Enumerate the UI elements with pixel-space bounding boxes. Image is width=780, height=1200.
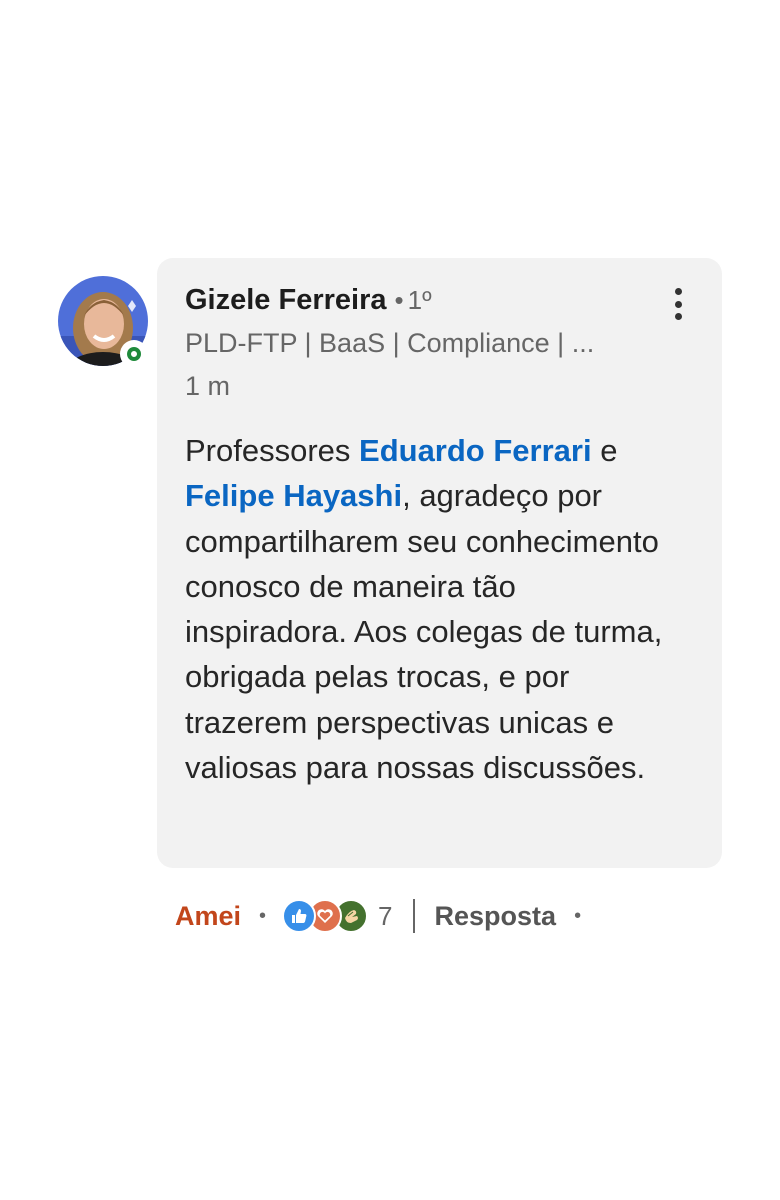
comment-bubble: Gizele Ferreira • 1º PLD-FTP | BaaS | Co…: [157, 258, 722, 868]
reaction-button[interactable]: Amei: [175, 901, 241, 932]
connection-degree: 1º: [407, 285, 432, 315]
like-icon: [282, 899, 317, 933]
author-name[interactable]: Gizele Ferreira: [185, 284, 387, 317]
comment-text-part: e: [591, 433, 618, 468]
author-row: Gizele Ferreira • 1º: [185, 284, 432, 317]
separator-dot: •: [394, 285, 404, 315]
reactions-summary[interactable]: [282, 899, 369, 933]
author-headline: PLD-FTP | BaaS | Compliance | ...: [185, 328, 595, 358]
reaction-count[interactable]: 7: [378, 901, 392, 932]
comment-text-part: , agradeço por compartilharem seu conhec…: [185, 478, 663, 786]
divider: [412, 899, 415, 933]
separator-dot: •: [259, 904, 267, 927]
comment-timestamp: 1 m: [185, 371, 231, 401]
more-options-icon[interactable]: [667, 286, 689, 322]
mention-link[interactable]: Felipe Hayashi: [185, 478, 402, 513]
comment-screen: Gizele Ferreira • 1º PLD-FTP | BaaS | Co…: [0, 0, 780, 1200]
reply-button[interactable]: Resposta: [435, 901, 557, 932]
online-status-icon: [120, 340, 148, 368]
comment-actions: Amei • 7 Resposta •: [175, 896, 581, 936]
comment-text: Professores Eduardo Ferrari e Felipe Hay…: [185, 428, 685, 790]
mention-link[interactable]: Eduardo Ferrari: [359, 433, 592, 468]
comment-text-part: Professores: [185, 433, 360, 468]
separator-dot: •: [574, 904, 582, 927]
